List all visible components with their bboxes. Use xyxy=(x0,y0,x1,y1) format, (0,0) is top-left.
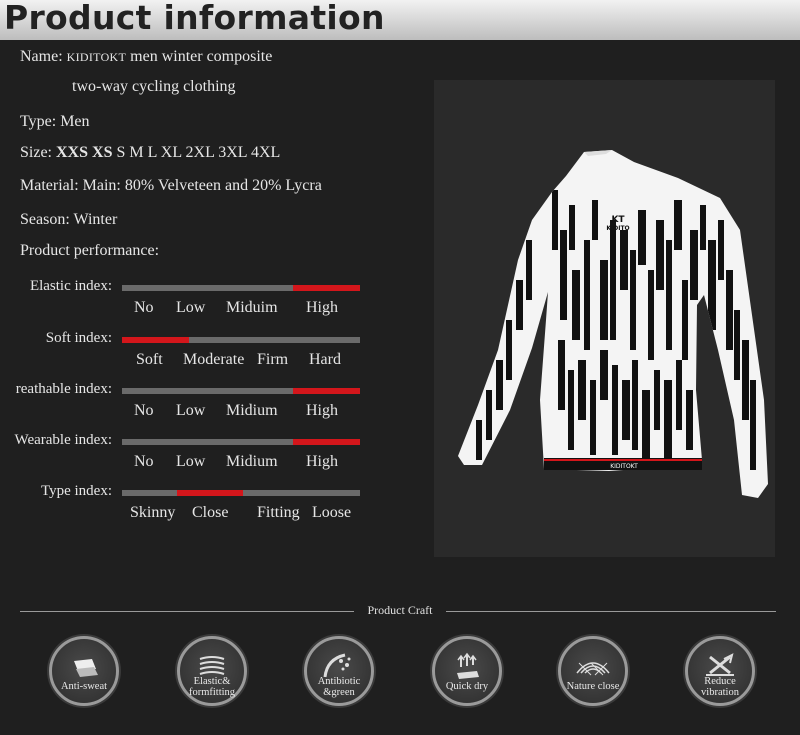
craft-feature: Reduce vibration xyxy=(685,636,755,706)
type-line: Type: Men xyxy=(20,113,90,130)
craft-title: Product Craft xyxy=(367,603,433,617)
index-label: Soft index: xyxy=(45,330,112,346)
size-values-bold: XXS XS xyxy=(56,144,113,161)
index-bar-fill xyxy=(176,490,244,496)
index-bar xyxy=(122,439,360,445)
name-line-2: two-way cycling clothing xyxy=(72,78,236,95)
size-label: Size: xyxy=(20,144,52,161)
craft-feature-label: Reduce vibration xyxy=(701,676,739,698)
page-title: Product information xyxy=(4,0,385,37)
index-bar-fill xyxy=(293,388,360,394)
index-level: Miduim xyxy=(226,299,278,316)
name-line: Name: KIDITOKT men winter composite xyxy=(20,48,272,66)
craft-feature: Elastic& formfitting xyxy=(177,636,247,706)
index-level: No xyxy=(134,402,154,419)
hem-text: KIDITOKT xyxy=(610,463,638,470)
index-bar-fill xyxy=(122,337,189,343)
index-label: reathable index: xyxy=(15,381,112,397)
name-value: men winter composite xyxy=(130,48,273,65)
header-banner: Product information xyxy=(0,0,800,40)
index-level: High xyxy=(306,402,338,419)
name-label: Name: xyxy=(20,48,63,65)
index-level: Close xyxy=(192,504,229,521)
craft-feature-label: Quick dry xyxy=(445,681,489,692)
index-label: Wearable index: xyxy=(14,432,113,448)
craft-feature: Nature close xyxy=(558,636,628,706)
index-level: Skinny xyxy=(130,504,176,521)
index-label: Elastic index: xyxy=(29,278,112,294)
product-photo: KIDITOKT KIDITO KT xyxy=(434,80,775,557)
index-level: Fitting xyxy=(257,504,300,521)
season-line: Season: Winter xyxy=(20,211,118,228)
index-bar-fill xyxy=(293,439,360,445)
size-line: Size: XXS XS S M L XL 2XL 3XL 4XL xyxy=(20,144,280,162)
index-level: High xyxy=(306,453,338,470)
index-level: Low xyxy=(176,453,206,470)
index-level: Loose xyxy=(312,504,352,521)
index-bar xyxy=(122,388,360,394)
craft-feature: Anti-sweat xyxy=(49,636,119,706)
index-bar xyxy=(122,490,360,496)
index-level: Firm xyxy=(257,351,289,368)
index-bar xyxy=(122,337,360,343)
craft-feature-label: Anti-sweat xyxy=(60,681,108,692)
craft-feature: Quick dry xyxy=(432,636,502,706)
craft-feature: Antibiotic &green xyxy=(304,636,374,706)
index-level: Soft xyxy=(136,351,163,368)
craft-feature-label: Antibiotic &green xyxy=(317,676,361,698)
index-level: Moderate xyxy=(183,351,245,368)
brand-name: KIDITOKT xyxy=(66,50,127,64)
index-label: Type index: xyxy=(40,483,112,499)
size-values: S M L XL 2XL 3XL 4XL xyxy=(116,144,281,161)
index-level: High xyxy=(306,299,338,316)
performance-heading: Product performance: xyxy=(20,242,160,259)
index-level: Midium xyxy=(226,402,278,419)
index-level: Hard xyxy=(309,351,341,368)
material-line: Material: Main: 80% Velveteen and 20% Ly… xyxy=(20,177,322,194)
index-level: No xyxy=(134,299,154,316)
logo-text: KIDITO xyxy=(606,225,629,232)
craft-feature-label: Nature close xyxy=(566,681,620,692)
index-level: Low xyxy=(176,299,206,316)
svg-text:KT: KT xyxy=(611,215,625,225)
index-bar-fill xyxy=(293,285,360,291)
jersey-image: KIDITOKT KIDITO KT xyxy=(458,150,768,498)
index-level: Low xyxy=(176,402,206,419)
index-level: Midium xyxy=(226,453,278,470)
index-level: No xyxy=(134,453,154,470)
craft-feature-label: Elastic& formfitting xyxy=(188,676,236,698)
index-bar xyxy=(122,285,360,291)
